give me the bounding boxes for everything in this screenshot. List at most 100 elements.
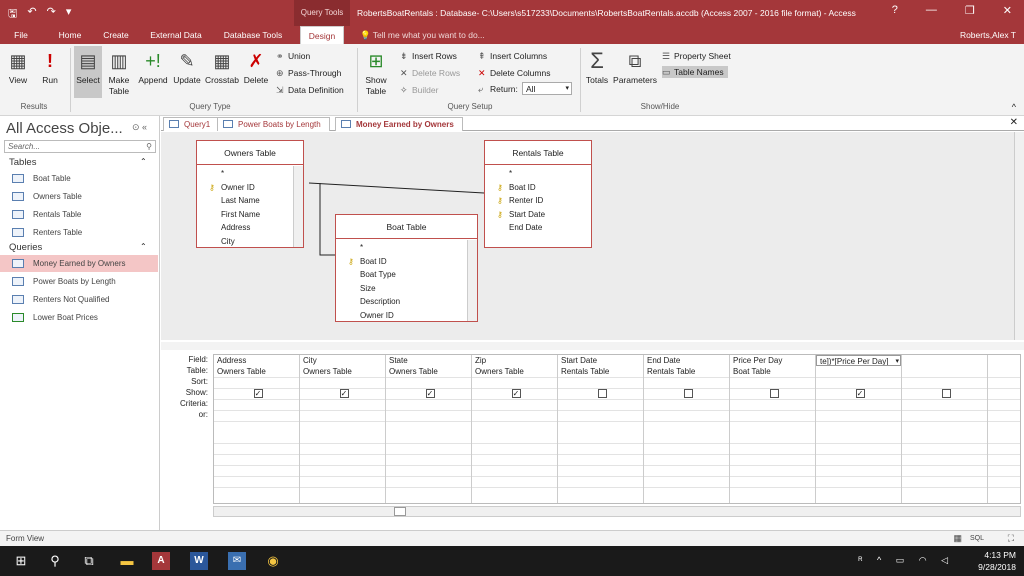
grid-column[interactable]: Price Per Day Boat Table: [730, 355, 816, 503]
grid-sort-cell[interactable]: [558, 377, 643, 388]
grid-sort-cell[interactable]: [902, 377, 987, 388]
close-document-icon[interactable]: ✕: [1010, 117, 1018, 128]
show-checkbox[interactable]: [941, 389, 951, 398]
return-dropdown[interactable]: All ▾: [522, 82, 572, 95]
grid-field-cell[interactable]: City: [300, 355, 385, 366]
tab-external-data[interactable]: External Data: [144, 26, 208, 44]
insert-rows-button[interactable]: ⇟ Insert Rows: [400, 50, 457, 62]
pane-splitter[interactable]: [161, 342, 1024, 350]
grid-sort-cell[interactable]: [816, 377, 901, 388]
grid-table-cell[interactable]: Boat Table: [730, 366, 815, 377]
grid-table-cell[interactable]: [902, 366, 987, 377]
help-button[interactable]: ?: [892, 4, 898, 17]
join-line-owner-rentals[interactable]: [308, 182, 485, 194]
collapse-section-icon[interactable]: ⌃: [140, 157, 147, 166]
windows-start-icon[interactable]: ⊞: [12, 552, 30, 570]
run-button[interactable]: ! Run: [36, 50, 64, 86]
nav-item-renters-not-qualified[interactable]: Renters Not Qualified: [0, 291, 158, 308]
restore-button[interactable]: ❐: [965, 4, 975, 17]
nav-item-money-earned-by-owners[interactable]: Money Earned by Owners: [0, 255, 158, 272]
mail-app-icon[interactable]: ✉: [228, 552, 246, 570]
grid-column[interactable]: End Date Rentals Table: [644, 355, 730, 503]
grid-table-cell[interactable]: Rentals Table: [558, 366, 643, 377]
grid-sort-cell[interactable]: [472, 377, 557, 388]
table-names-button[interactable]: ▭ Table Names: [662, 66, 728, 78]
grid-column[interactable]: Start Date Rentals Table: [558, 355, 644, 503]
grid-sort-cell[interactable]: [730, 377, 815, 388]
sql-view-button[interactable]: SQL: [970, 531, 984, 546]
show-checkbox[interactable]: ✓: [511, 389, 521, 398]
grid-table-cell[interactable]: Owners Table: [472, 366, 557, 377]
nav-pane-title[interactable]: All Access Obje...: [6, 120, 123, 137]
task-view-icon[interactable]: ⧉: [80, 552, 98, 570]
nav-item-owners-table[interactable]: Owners Table: [0, 188, 158, 205]
builder-button[interactable]: ✧ Builder: [400, 84, 438, 96]
grid-field-cell[interactable]: Price Per Day: [730, 355, 815, 366]
parameters-button[interactable]: ⧉ Parameters: [612, 50, 658, 86]
grid-sort-cell[interactable]: [300, 377, 385, 388]
grid-field-cell[interactable]: State: [386, 355, 471, 366]
grid-field-cell[interactable]: End Date: [644, 355, 729, 366]
chrome-app-icon[interactable]: ◉: [264, 552, 282, 570]
grid-field-cell[interactable]: Start Date: [558, 355, 643, 366]
show-checkbox[interactable]: [597, 389, 607, 398]
grid-table-cell[interactable]: Owners Table: [214, 366, 299, 377]
table-pane-vscrollbar[interactable]: [1014, 132, 1024, 340]
tab-file[interactable]: File: [6, 26, 36, 44]
union-button[interactable]: ⚭ Union: [276, 50, 310, 62]
tab-design[interactable]: Design: [300, 26, 344, 44]
taskbar-clock[interactable]: 4:13 PM 9/28/2018: [978, 549, 1016, 573]
grid-table-cell[interactable]: Rentals Table: [644, 366, 729, 377]
show-checkbox[interactable]: ✓: [253, 389, 263, 398]
show-table-button[interactable]: ⊞ Show Table: [360, 50, 392, 97]
view-button[interactable]: ▦ View: [4, 50, 32, 86]
grid-table-cell[interactable]: Owners Table: [386, 366, 471, 377]
totals-button[interactable]: Σ Totals: [584, 50, 610, 86]
grid-scroll-thumb[interactable]: [394, 507, 406, 516]
nav-dropdown-icon[interactable]: ⊙ «: [132, 122, 147, 133]
user-name[interactable]: Roberts,Alex T: [960, 26, 1016, 44]
append-button[interactable]: +! Append: [136, 50, 170, 86]
data-definition-button[interactable]: ⇲ Data Definition: [276, 84, 344, 96]
datasheet-view-icon[interactable]: ▦: [953, 531, 962, 546]
show-checkbox[interactable]: ✓: [855, 389, 865, 398]
make-table-button[interactable]: ▥ Make Table: [104, 50, 134, 97]
word-app-icon[interactable]: W: [190, 552, 208, 570]
grid-column[interactable]: [902, 355, 988, 503]
access-app-icon[interactable]: A: [152, 552, 170, 570]
search-icon[interactable]: ⚲: [46, 552, 64, 570]
select-query-button[interactable]: ▤ Select: [74, 46, 102, 98]
queries-section-header[interactable]: Queries: [9, 242, 42, 253]
grid-field-cell[interactable]: [902, 355, 987, 366]
grid-column[interactable]: Zip Owners Table ✓: [472, 355, 558, 503]
design-view-icon[interactable]: ⛶: [1008, 531, 1014, 546]
file-explorer-icon[interactable]: ▬: [118, 552, 136, 570]
grid-column[interactable]: State Owners Table ✓: [386, 355, 472, 503]
nav-item-renters-table[interactable]: Renters Table: [0, 224, 158, 241]
show-checkbox[interactable]: [683, 389, 693, 398]
redo-icon[interactable]: ↷: [47, 5, 56, 24]
grid-field-cell[interactable]: Address: [214, 355, 299, 366]
collapse-ribbon-icon[interactable]: ^: [1012, 102, 1016, 112]
nav-item-lower-boat-prices[interactable]: Lower Boat Prices: [0, 309, 158, 326]
property-sheet-button[interactable]: ☰ Property Sheet: [662, 50, 731, 62]
crosstab-button[interactable]: ▦ Crosstab: [204, 50, 240, 86]
delete-rows-button[interactable]: ✕ Delete Rows: [400, 67, 460, 79]
save-icon[interactable]: 🖫: [8, 5, 17, 24]
tell-me-box[interactable]: 💡 Tell me what you want to do...: [360, 26, 485, 44]
grid-field-cell-selected[interactable]: te])*[Price Per Day] ▾: [816, 355, 901, 366]
nav-search-input[interactable]: Search... ⚲: [4, 140, 156, 153]
nav-item-power-boats-by-length[interactable]: Power Boats by Length: [0, 273, 158, 290]
update-button[interactable]: ✎ Update: [172, 50, 202, 86]
customize-qat-icon[interactable]: ▾: [66, 5, 72, 24]
grid-sort-cell[interactable]: [214, 377, 299, 388]
delete-columns-button[interactable]: ✕ Delete Columns: [478, 67, 550, 79]
grid-column[interactable]: City Owners Table ✓: [300, 355, 386, 503]
system-tray-icons[interactable]: ᴿ ^ ▭ ◠ ◁: [858, 555, 954, 566]
grid-column-calculated[interactable]: te])*[Price Per Day] ▾ ✓: [816, 355, 902, 503]
tab-database-tools[interactable]: Database Tools: [216, 26, 290, 44]
pass-through-button[interactable]: ⊕ Pass-Through: [276, 67, 341, 79]
delete-query-button[interactable]: ✗ Delete: [242, 50, 270, 86]
grid-table-cell[interactable]: [816, 366, 901, 377]
show-checkbox[interactable]: ✓: [425, 389, 435, 398]
